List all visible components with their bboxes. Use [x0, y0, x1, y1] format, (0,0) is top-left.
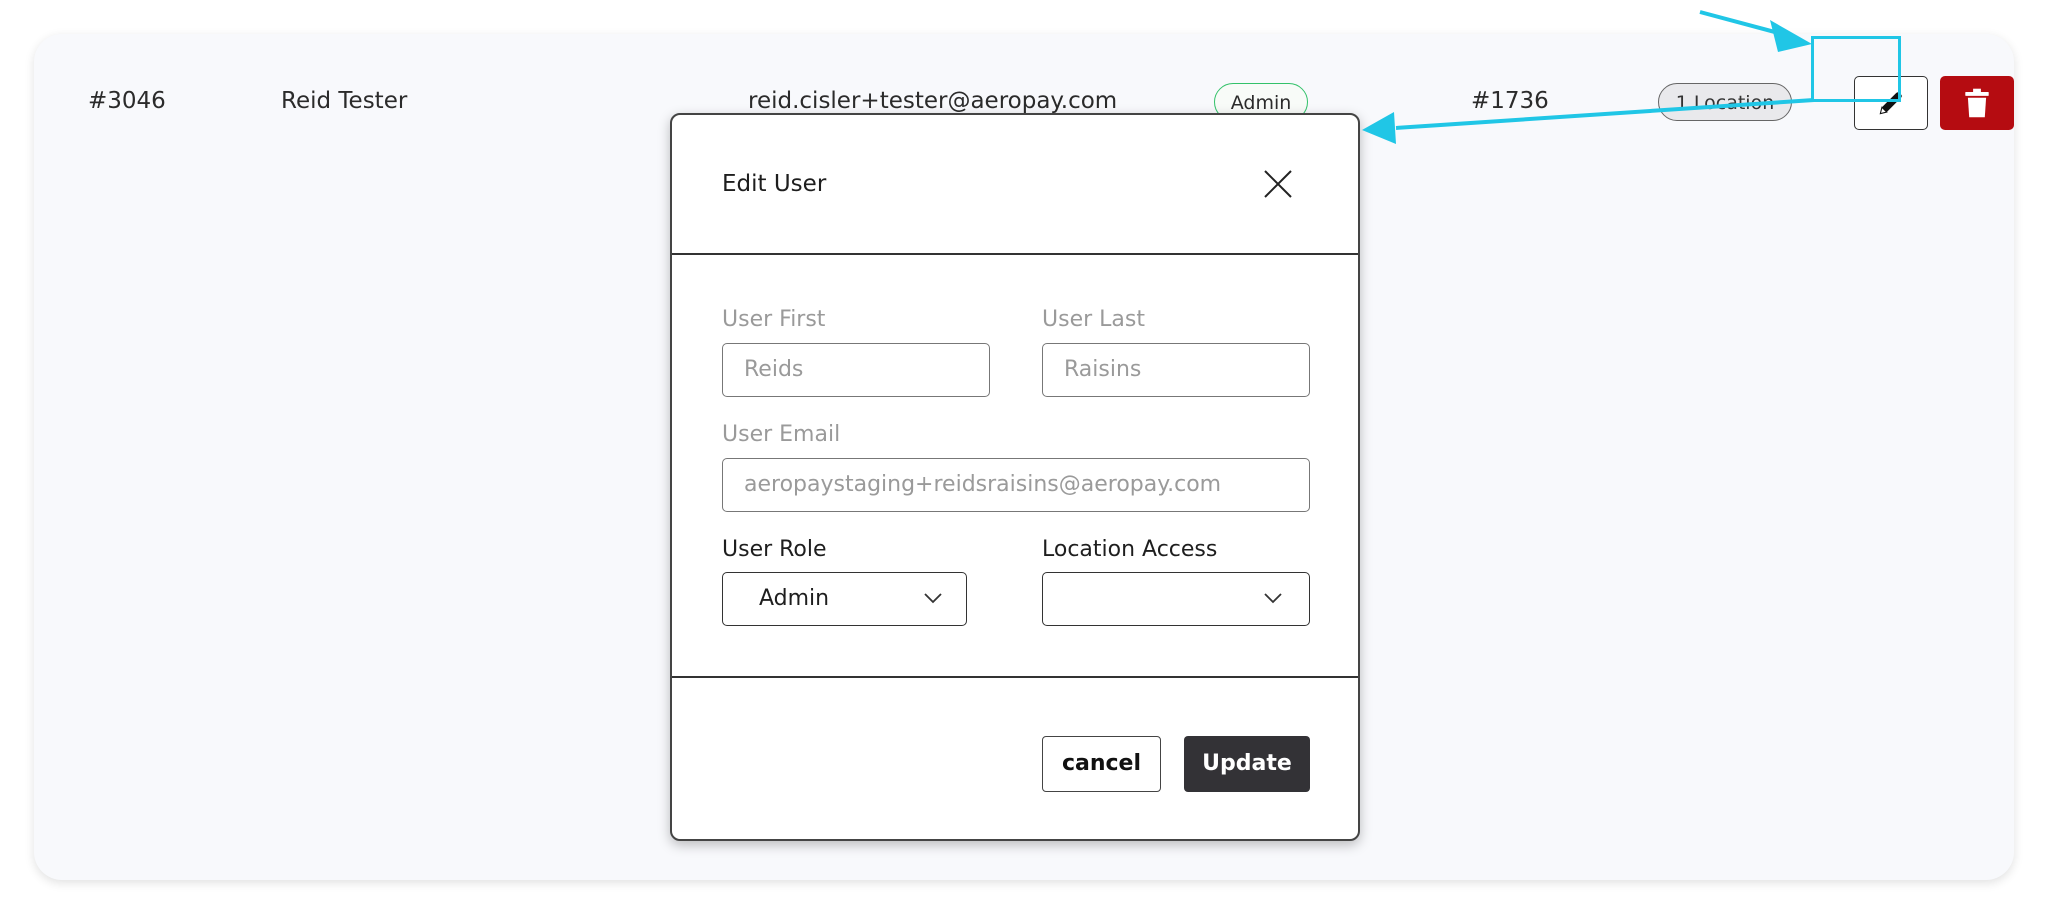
user-email: reid.cisler+tester@aeropay.com: [748, 88, 1118, 114]
update-button[interactable]: Update: [1184, 736, 1310, 792]
role-select-value: Admin: [759, 586, 830, 611]
user-name: Reid Tester: [281, 88, 408, 114]
edit-user-modal: Edit User User First Reids User Last Rai…: [670, 113, 1360, 841]
role-select[interactable]: Admin: [722, 572, 967, 626]
header-divider: [672, 253, 1358, 255]
locations-badge[interactable]: 1 Location: [1658, 83, 1792, 121]
location-access-select[interactable]: [1042, 572, 1310, 626]
last-name-label: User Last: [1042, 307, 1145, 332]
location-access-label: Location Access: [1042, 537, 1218, 562]
last-name-field[interactable]: Raisins: [1042, 343, 1310, 397]
annotation-highlight-box: [1811, 36, 1901, 102]
delete-user-button[interactable]: [1940, 76, 2014, 130]
footer-divider: [672, 676, 1358, 678]
chevron-down-icon: [924, 593, 942, 604]
close-icon[interactable]: [1261, 167, 1295, 201]
first-name-field[interactable]: Reids: [722, 343, 990, 397]
modal-title: Edit User: [722, 171, 827, 197]
first-name-label: User First: [722, 307, 826, 332]
chevron-down-icon: [1264, 593, 1282, 604]
email-label: User Email: [722, 422, 841, 447]
merchant-number: #1736: [1471, 88, 1549, 114]
cancel-button[interactable]: cancel: [1042, 736, 1161, 792]
user-id: #3046: [88, 88, 166, 114]
email-field[interactable]: aeropaystaging+reidsraisins@aeropay.com: [722, 458, 1310, 512]
trash-icon: [1965, 88, 1989, 118]
role-label: User Role: [722, 537, 827, 562]
